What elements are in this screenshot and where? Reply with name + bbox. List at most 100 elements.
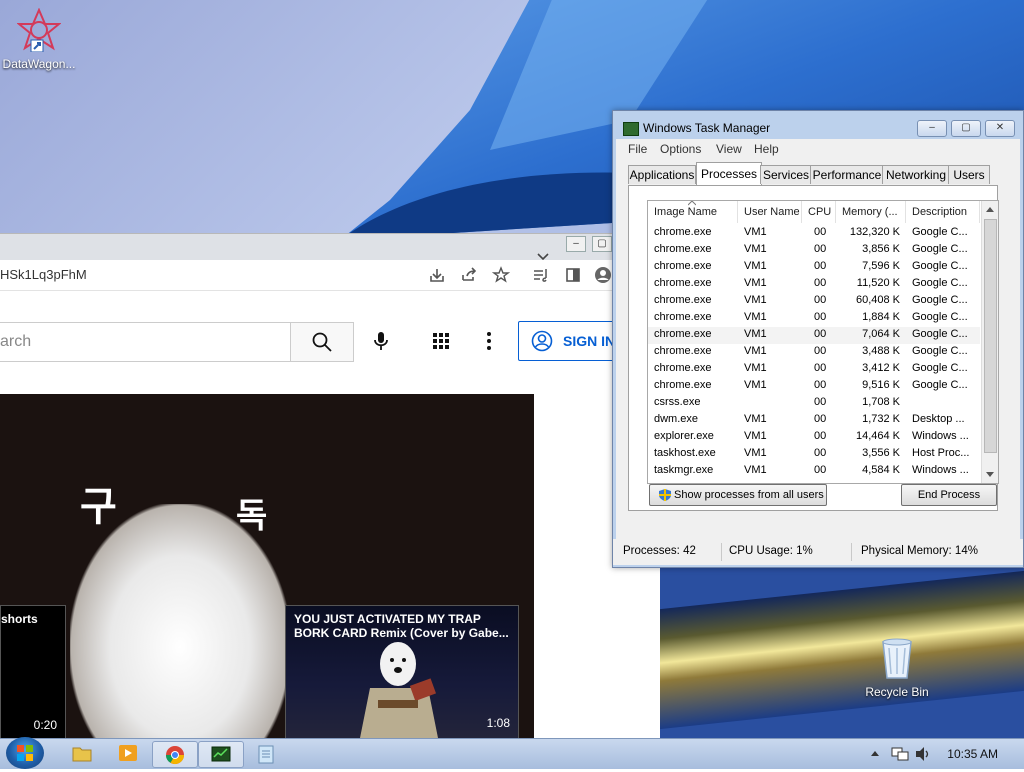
tab-performance[interactable]: Performance <box>810 165 884 184</box>
uac-shield-icon <box>659 489 671 501</box>
menu-view[interactable]: View <box>716 142 742 156</box>
cell-desc: Windows ... <box>912 430 969 442</box>
desktop-icon-recycle-bin[interactable]: Recycle Bin <box>860 636 934 699</box>
scrollbar-thumb[interactable] <box>984 219 997 453</box>
video-card-title: shorts <box>1 612 38 626</box>
media-player-icon <box>119 745 137 761</box>
table-row[interactable]: chrome.exe VM1 00 11,520 K Google C... <box>648 276 980 293</box>
taskbar-task-manager[interactable] <box>198 741 244 768</box>
cell-image: chrome.exe <box>654 294 712 306</box>
apps-grid-icon[interactable] <box>430 330 452 352</box>
cell-image: dwm.exe <box>654 413 699 425</box>
table-row[interactable]: chrome.exe VM1 00 132,320 K Google C... <box>648 225 980 242</box>
url-text[interactable]: HSk1Lq3pFhM <box>0 264 87 286</box>
microphone-icon[interactable] <box>370 330 392 352</box>
column-cpu[interactable]: CPU <box>802 201 836 223</box>
clock[interactable]: 10:35 AM <box>947 747 998 761</box>
process-list[interactable]: Image Name User Name CPU Memory (... Des… <box>647 200 999 484</box>
scroll-down-icon[interactable] <box>985 471 995 479</box>
scrollbar[interactable] <box>981 201 998 483</box>
chrome-tab-strip: – ▢ <box>0 234 660 261</box>
cell-cpu: 00 <box>814 345 827 357</box>
table-row[interactable]: chrome.exe VM1 00 7,596 K Google C... <box>648 259 980 276</box>
table-row[interactable]: taskhost.exe VM1 00 3,556 K Host Proc... <box>648 446 980 463</box>
tab-networking[interactable]: Networking <box>882 165 950 184</box>
maximize-button[interactable]: ▢ <box>951 120 981 137</box>
taskbar-media-player[interactable] <box>106 741 150 766</box>
status-bar: Processes: 42 CPU Usage: 1% Physical Mem… <box>613 539 1023 565</box>
cell-user: VM1 <box>744 464 767 476</box>
table-row[interactable]: explorer.exe VM1 00 14,464 K Windows ... <box>648 429 980 446</box>
maximize-button[interactable]: ▢ <box>592 236 612 252</box>
table-row[interactable]: chrome.exe VM1 00 1,884 K Google C... <box>648 310 980 327</box>
cell-mem: 132,320 K <box>849 226 900 238</box>
taskbar-notepad[interactable] <box>244 741 288 766</box>
cell-desc: Host Proc... <box>912 447 970 459</box>
volume-icon[interactable] <box>914 746 932 762</box>
search-icon <box>312 332 332 352</box>
close-button[interactable]: ✕ <box>985 120 1015 137</box>
table-row[interactable]: chrome.exe VM1 00 9,516 K Google C... <box>648 378 980 395</box>
side-panel-icon[interactable] <box>564 266 582 284</box>
cell-desc: Google C... <box>912 294 968 306</box>
desktop-icon-label: DataWagon... <box>2 57 76 71</box>
menu-file[interactable]: File <box>628 142 647 156</box>
taskbar-explorer[interactable] <box>60 741 104 766</box>
media-control-icon[interactable] <box>532 266 550 284</box>
bookmark-star-icon[interactable] <box>492 266 510 284</box>
show-hidden-icons-icon[interactable] <box>870 749 880 757</box>
profile-icon[interactable] <box>594 266 612 284</box>
cell-image: taskhost.exe <box>654 447 716 459</box>
tab-applications[interactable]: Applications <box>628 165 696 184</box>
cell-cpu: 00 <box>814 430 827 442</box>
cell-mem: 3,856 K <box>862 243 900 255</box>
status-memory: Physical Memory: 14% <box>861 545 978 557</box>
start-button[interactable] <box>6 737 44 769</box>
cell-cpu: 00 <box>814 379 827 391</box>
search-button[interactable] <box>290 322 354 362</box>
video-card-trap[interactable]: YOU JUST ACTIVATED MY TRAP BORK CARD Rem… <box>285 605 519 739</box>
column-user-name[interactable]: User Name <box>738 201 802 223</box>
column-image-name[interactable]: Image Name <box>648 201 738 223</box>
cell-cpu: 00 <box>814 311 827 323</box>
datawagon-icon <box>16 7 62 53</box>
cell-user: VM1 <box>744 311 767 323</box>
minimize-button[interactable]: – <box>566 236 586 252</box>
recycle-bin-icon <box>882 638 912 679</box>
chrome-icon <box>166 746 184 765</box>
table-row[interactable]: chrome.exe VM1 00 60,408 K Google C... <box>648 293 980 310</box>
tab-users[interactable]: Users <box>948 165 990 184</box>
tab-services[interactable]: Services <box>760 165 812 184</box>
more-vert-icon[interactable] <box>478 330 500 352</box>
scroll-up-icon[interactable] <box>985 205 995 213</box>
minimize-button[interactable]: – <box>917 120 947 137</box>
share-icon[interactable] <box>460 266 478 284</box>
table-row[interactable]: taskmgr.exe VM1 00 4,584 K Windows ... <box>648 463 980 480</box>
table-row[interactable]: dwm.exe VM1 00 1,732 K Desktop ... <box>648 412 980 429</box>
table-row[interactable]: csrss.exe 00 1,708 K <box>648 395 980 412</box>
chrome-address-bar: HSk1Lq3pFhM <box>0 260 660 291</box>
table-row[interactable]: chrome.exe VM1 00 3,412 K Google C... <box>648 361 980 378</box>
network-icon[interactable] <box>890 746 910 762</box>
search-input[interactable]: arch <box>0 322 291 362</box>
menu-help[interactable]: Help <box>754 142 779 156</box>
menu-options[interactable]: Options <box>660 142 701 156</box>
task-manager-titlebar[interactable]: Windows Task Manager – ▢ ✕ <box>613 111 1023 139</box>
cell-mem: 11,520 K <box>856 277 900 289</box>
download-icon[interactable] <box>428 266 446 284</box>
status-cpu: CPU Usage: 1% <box>729 545 813 557</box>
show-all-processes-button[interactable]: Show processes from all users <box>649 484 827 506</box>
tab-processes[interactable]: Processes <box>696 162 762 185</box>
window-title: Windows Task Manager <box>643 121 771 135</box>
column-description[interactable]: Description <box>906 201 980 223</box>
table-row[interactable]: chrome.exe VM1 00 3,856 K Google C... <box>648 242 980 259</box>
end-process-button[interactable]: End Process <box>901 484 997 506</box>
taskbar-chrome[interactable] <box>152 741 198 768</box>
column-memory[interactable]: Memory (... <box>836 201 906 223</box>
cell-image: explorer.exe <box>654 430 714 442</box>
table-row[interactable]: chrome.exe VM1 00 7,064 K Google C... <box>648 327 980 344</box>
desktop-icon-datawagon[interactable]: DataWagon... <box>0 7 78 71</box>
table-row[interactable]: chrome.exe VM1 00 3,488 K Google C... <box>648 344 980 361</box>
cell-user: VM1 <box>744 260 767 272</box>
video-card-shorts[interactable]: shorts 0:20 <box>0 605 66 739</box>
